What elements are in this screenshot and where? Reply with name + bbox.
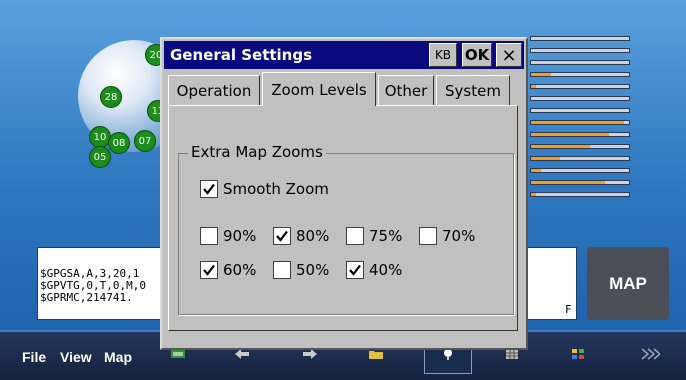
snr-bar-fill <box>531 133 610 136</box>
close-button[interactable]: × <box>496 43 522 67</box>
snr-bar <box>530 144 630 149</box>
snr-bar <box>530 192 630 197</box>
map-button[interactable]: MAP <box>587 247 669 320</box>
checkmark-icon <box>276 230 288 242</box>
snr-bar <box>530 48 630 53</box>
menu-view[interactable]: View <box>60 349 92 365</box>
checkbox-box <box>200 261 218 279</box>
checkbox-box <box>419 227 437 245</box>
snr-bar-fill <box>531 73 551 76</box>
checkbox-label: 50% <box>296 261 330 279</box>
menu-file[interactable]: File <box>22 349 46 365</box>
menu-map[interactable]: Map <box>104 349 132 365</box>
snr-bar-fill <box>531 181 605 184</box>
smooth-zoom-checkbox[interactable]: Smooth Zoom <box>200 180 329 198</box>
checkbox-box <box>273 261 291 279</box>
zoom-80-checkbox[interactable]: 80% <box>273 227 329 245</box>
checkbox-box <box>346 227 364 245</box>
group-label: Extra Map Zooms <box>188 143 326 161</box>
ok-button[interactable]: OK <box>462 43 492 67</box>
more-icon[interactable] <box>640 348 660 360</box>
checkbox-label: 75% <box>369 227 403 245</box>
satellite-05: 05 <box>89 146 111 168</box>
snr-bar <box>530 168 630 173</box>
snr-bar-fill <box>531 169 541 172</box>
checkmark-icon <box>203 264 215 276</box>
checkbox-label: 70% <box>442 227 476 245</box>
checkbox-label: 60% <box>223 261 257 279</box>
snr-bar <box>530 120 630 125</box>
dialog-title: General Settings <box>170 46 313 64</box>
general-settings-dialog: General Settings KB OK × Operation Zoom … <box>160 37 528 350</box>
tab-system[interactable]: System <box>436 75 510 105</box>
checkbox-box <box>346 261 364 279</box>
zoom-50-checkbox[interactable]: 50% <box>273 261 329 279</box>
satellite-08: 08 <box>108 132 130 154</box>
tiles-icon[interactable] <box>570 348 586 360</box>
snr-bar-fill <box>531 145 590 148</box>
snr-bars <box>530 36 630 204</box>
snr-bar-fill <box>531 85 536 88</box>
zoom-40-checkbox[interactable]: 40% <box>346 261 402 279</box>
dialog-titlebar: General Settings KB OK × <box>164 41 524 69</box>
satellite-28: 28 <box>100 86 122 108</box>
checkbox-label: 80% <box>296 227 330 245</box>
zoom-90-checkbox[interactable]: 90% <box>200 227 256 245</box>
snr-bar <box>530 108 630 113</box>
zoom-75-checkbox[interactable]: 75% <box>346 227 402 245</box>
snr-bar <box>530 84 630 89</box>
checkbox-box <box>273 227 291 245</box>
checkbox-label: 40% <box>369 261 403 279</box>
satellite-07: 07 <box>134 130 156 152</box>
snr-bar-fill <box>531 157 561 160</box>
snr-bar-fill <box>531 121 625 124</box>
tab-zoom-levels[interactable]: Zoom Levels <box>262 72 376 106</box>
snr-bar <box>530 36 630 41</box>
tab-other[interactable]: Other <box>378 75 434 105</box>
snr-bar <box>530 132 630 137</box>
snr-bar <box>530 180 630 185</box>
snr-bar <box>530 60 630 65</box>
zoom-70-checkbox[interactable]: 70% <box>419 227 475 245</box>
zoom-60-checkbox[interactable]: 60% <box>200 261 256 279</box>
tab-operation[interactable]: Operation <box>168 75 260 105</box>
checkbox-box <box>200 227 218 245</box>
snr-bar <box>530 96 630 101</box>
checkbox-box <box>200 180 218 198</box>
checkbox-label: Smooth Zoom <box>223 180 329 198</box>
keyboard-button[interactable]: KB <box>429 43 457 67</box>
snr-bar-fill <box>531 193 536 196</box>
nmea-trailing-text: F <box>565 303 572 316</box>
checkbox-label: 90% <box>223 227 257 245</box>
checkmark-icon <box>203 183 215 195</box>
checkmark-icon <box>349 264 361 276</box>
snr-bar <box>530 156 630 161</box>
snr-bar <box>530 72 630 77</box>
